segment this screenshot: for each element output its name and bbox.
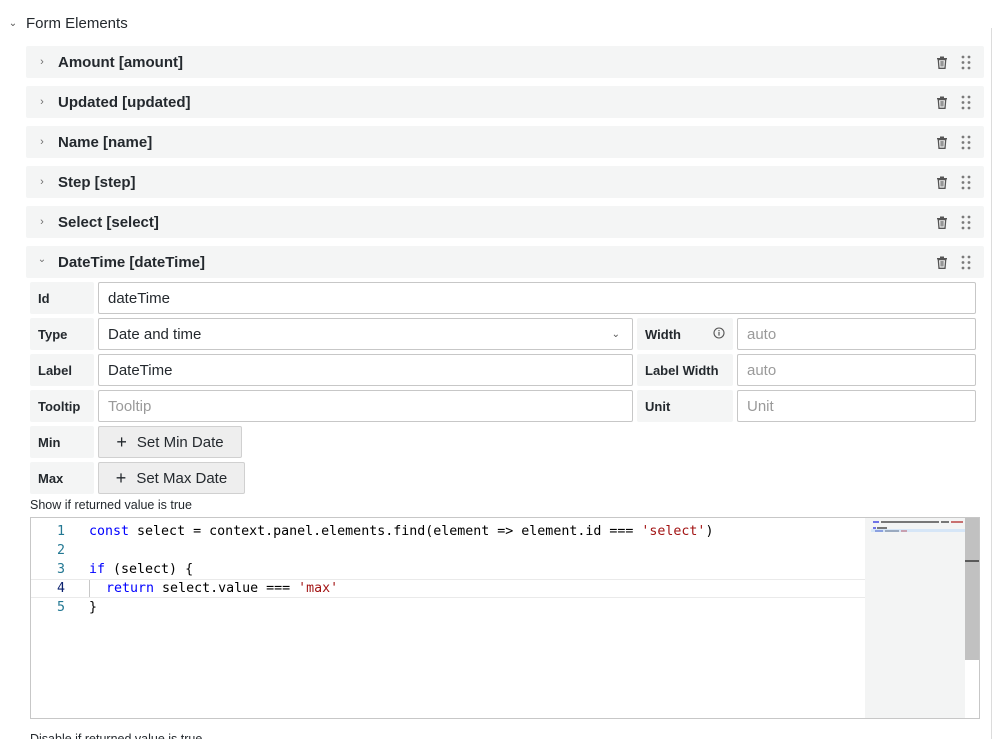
- code-line[interactable]: 3 if (select) {: [31, 560, 865, 579]
- trash-icon[interactable]: [930, 256, 954, 269]
- drag-handle-icon[interactable]: [954, 135, 978, 150]
- form-element-row[interactable]: › Updated [updated]: [26, 86, 984, 118]
- line-number: 3: [56, 562, 65, 577]
- width-input[interactable]: auto: [737, 318, 976, 350]
- set-max-date-label: Set Max Date: [136, 469, 228, 487]
- info-circle-icon[interactable]: [713, 327, 725, 339]
- chevron-right-icon: ›: [40, 176, 44, 188]
- code-line[interactable]: 4 return select.value === 'max': [31, 579, 865, 598]
- set-max-date-button[interactable]: + Set Max Date: [98, 462, 245, 494]
- section-title: Form Elements: [26, 14, 128, 32]
- disable-if-label: Disable if returned value is true: [30, 732, 203, 739]
- form-element-title: Amount [amount]: [58, 53, 183, 71]
- type-select-value: Date and time: [108, 325, 202, 343]
- drag-handle-icon[interactable]: [954, 175, 978, 190]
- show-if-code-editor[interactable]: 1 const select = context.panel.elements.f…: [30, 517, 980, 719]
- line-number: 4: [56, 581, 65, 596]
- drag-handle-icon[interactable]: [954, 255, 978, 270]
- plus-icon: +: [116, 432, 127, 452]
- code-token: 'max': [298, 581, 339, 596]
- chevron-down-icon: ⌄: [611, 328, 620, 340]
- form-element-row[interactable]: › Name [name]: [26, 126, 984, 158]
- code-token: 'select': [641, 524, 706, 539]
- plus-icon: +: [115, 468, 127, 488]
- cursor-position-marker: [965, 560, 979, 562]
- min-label: Min: [30, 426, 94, 458]
- type-select[interactable]: Date and time ⌄: [98, 318, 633, 350]
- label-width-input[interactable]: auto: [737, 354, 976, 386]
- chevron-right-icon: ›: [40, 56, 44, 68]
- unit-input[interactable]: Unit: [737, 390, 976, 422]
- code-token: (select) {: [105, 562, 194, 577]
- form-element-row[interactable]: › Amount [amount]: [26, 46, 984, 78]
- id-label: Id: [30, 282, 94, 314]
- trash-icon[interactable]: [930, 56, 954, 69]
- code-token: }: [89, 600, 98, 615]
- line-number: 5: [56, 600, 65, 615]
- editor-scrollbar[interactable]: [965, 518, 979, 718]
- form-element-row[interactable]: ⌄ DateTime [dateTime]: [26, 246, 984, 278]
- width-label-text: Width: [645, 326, 681, 342]
- form-element-title: Updated [updated]: [58, 93, 191, 111]
- form-element-title: Step [step]: [58, 173, 136, 191]
- label-width-label: Label Width: [637, 354, 733, 386]
- code-minimap[interactable]: [865, 518, 965, 718]
- form-element-title: Name [name]: [58, 133, 153, 151]
- line-number: 1: [56, 524, 65, 539]
- trash-icon[interactable]: [930, 96, 954, 109]
- code-token: select.value ===: [154, 581, 299, 596]
- unit-label: Unit: [637, 390, 733, 422]
- form-elements-section-header[interactable]: ⌄ Form Elements: [0, 10, 128, 36]
- chevron-right-icon: ›: [40, 216, 44, 228]
- code-line[interactable]: 1 const select = context.panel.elements.f…: [31, 522, 865, 541]
- chevron-down-icon: ⌄: [37, 253, 47, 265]
- form-element-title: Select [select]: [58, 213, 159, 231]
- line-number: 2: [56, 543, 65, 558]
- page-scrollbar[interactable]: [991, 28, 995, 739]
- set-min-date-button[interactable]: + Set Min Date: [98, 426, 242, 458]
- chevron-right-icon: ›: [40, 136, 44, 148]
- drag-handle-icon[interactable]: [954, 95, 978, 110]
- label-label: Label: [30, 354, 94, 386]
- drag-handle-icon[interactable]: [954, 215, 978, 230]
- id-input[interactable]: dateTime: [98, 282, 976, 314]
- chevron-right-icon: ›: [40, 96, 44, 108]
- trash-icon[interactable]: [930, 136, 954, 149]
- width-label: Width: [637, 318, 733, 350]
- code-token: return: [106, 581, 155, 596]
- tooltip-input[interactable]: Tooltip: [98, 390, 633, 422]
- tooltip-label: Tooltip: [30, 390, 94, 422]
- label-input[interactable]: DateTime: [98, 354, 633, 386]
- show-if-label: Show if returned value is true: [30, 498, 192, 512]
- editor-scrollbar-thumb[interactable]: [965, 518, 979, 660]
- drag-handle-icon[interactable]: [954, 55, 978, 70]
- code-token: select = context.panel.elements.find(ele…: [129, 524, 642, 539]
- code-token: ): [705, 524, 714, 539]
- chevron-down-icon: ⌄: [8, 17, 18, 29]
- code-line[interactable]: 2: [31, 541, 865, 560]
- code-line[interactable]: 5}: [31, 598, 865, 617]
- code-token: const: [89, 524, 130, 539]
- type-label: Type: [30, 318, 94, 350]
- code-token: if: [89, 562, 106, 577]
- max-label: Max: [30, 462, 94, 494]
- trash-icon[interactable]: [930, 176, 954, 189]
- set-min-date-label: Set Min Date: [136, 433, 224, 451]
- form-element-row[interactable]: › Select [select]: [26, 206, 984, 238]
- trash-icon[interactable]: [930, 216, 954, 229]
- indent-guide: [89, 580, 90, 597]
- form-element-title: DateTime [dateTime]: [58, 253, 205, 271]
- form-element-row[interactable]: › Step [step]: [26, 166, 984, 198]
